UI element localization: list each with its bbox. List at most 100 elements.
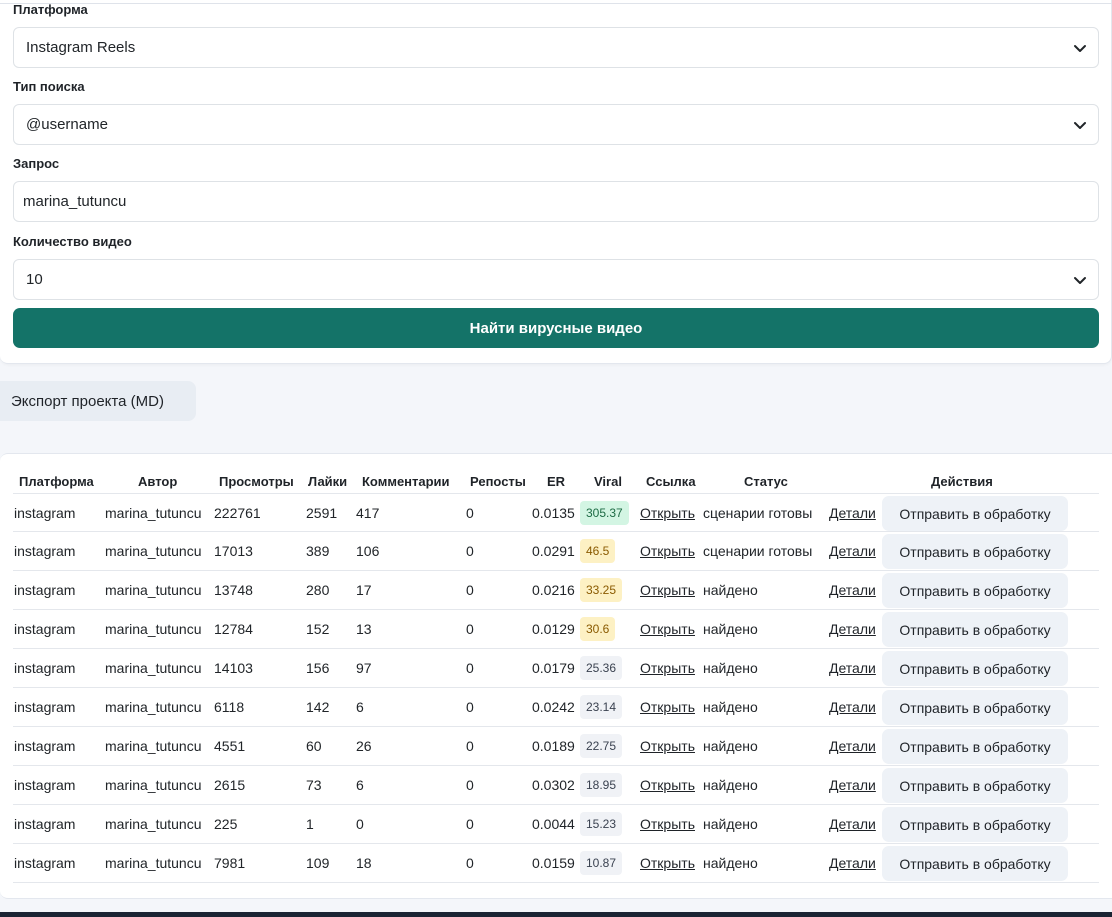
header-views: Просмотры [219, 474, 294, 489]
viral-score-badge: 22.75 [580, 734, 623, 758]
details-link[interactable]: Детали [829, 494, 876, 532]
cell-likes: 60 [306, 738, 322, 754]
send-to-processing-button[interactable]: Отправить в обработку [882, 768, 1068, 803]
cell-platform: instagram [14, 816, 76, 832]
send-to-processing-button[interactable]: Отправить в обработку [882, 846, 1068, 881]
open-link[interactable]: Открыть [640, 571, 695, 609]
cell-reposts: 0 [466, 582, 474, 598]
find-viral-videos-button[interactable]: Найти вирусные видео [13, 308, 1099, 348]
table-row: instagram marina_tutuncu 2615 73 6 0 0.0302 18.… [13, 766, 1099, 805]
query-input[interactable]: marina_tutuncu [13, 181, 1099, 222]
header-actions: Действия [931, 474, 993, 489]
details-link[interactable]: Детали [829, 766, 876, 804]
header-likes: Лайки [308, 474, 348, 489]
open-link[interactable]: Открыть [640, 727, 695, 765]
cell-likes: 280 [306, 582, 330, 598]
cell-comments: 6 [356, 699, 364, 715]
cell-platform: instagram [14, 543, 76, 559]
viral-score-badge: 23.14 [580, 695, 623, 719]
open-link[interactable]: Открыть [640, 805, 695, 843]
cell-er: 0.0302 [532, 777, 575, 793]
cell-platform: instagram [14, 660, 76, 676]
platform-select-value: Instagram Reels [26, 39, 136, 56]
cell-views: 222761 [214, 505, 261, 521]
cell-reposts: 0 [466, 855, 474, 871]
open-link[interactable]: Открыть [640, 494, 695, 532]
viral-score-badge: 46.5 [580, 539, 616, 563]
cell-platform: instagram [14, 738, 76, 754]
viral-score-badge: 30.6 [580, 617, 616, 641]
status-text: найдено [703, 738, 758, 754]
cell-views: 225 [214, 816, 238, 832]
send-to-processing-button[interactable]: Отправить в обработку [882, 651, 1068, 686]
search-type-select[interactable]: @username [13, 104, 1099, 145]
cell-views: 4551 [214, 738, 246, 754]
cell-views: 12784 [214, 621, 253, 637]
open-link[interactable]: Открыть [640, 649, 695, 687]
cell-comments: 106 [356, 543, 380, 559]
cell-views: 2615 [214, 777, 246, 793]
count-select[interactable]: 10 [13, 259, 1099, 300]
status-text: найдено [703, 699, 758, 715]
open-link[interactable]: Открыть [640, 610, 695, 648]
table-row: instagram marina_tutuncu 7981 109 18 0 0.0159 1… [13, 844, 1099, 883]
cell-platform: instagram [14, 855, 76, 871]
send-to-processing-button[interactable]: Отправить в обработку [882, 496, 1068, 531]
details-link[interactable]: Детали [829, 844, 876, 882]
cell-er: 0.0216 [532, 582, 575, 598]
open-link[interactable]: Открыть [640, 844, 695, 882]
table-row: instagram marina_tutuncu 222761 2591 417 0 0.0… [13, 493, 1099, 532]
status-text: сценарии готовы [703, 543, 813, 559]
header-comments: Комментарии [362, 474, 450, 489]
send-to-processing-button[interactable]: Отправить в обработку [882, 573, 1068, 608]
cell-platform: instagram [14, 777, 76, 793]
status-text: найдено [703, 621, 758, 637]
cell-views: 6118 [214, 699, 245, 715]
chevron-down-icon [1068, 36, 1092, 60]
table-row: instagram marina_tutuncu 6118 142 6 0 0.0242 23… [13, 688, 1099, 727]
send-to-processing-button[interactable]: Отправить в обработку [882, 534, 1068, 569]
cell-comments: 18 [356, 855, 372, 871]
table-row: instagram marina_tutuncu 13748 280 17 0 0.0216… [13, 571, 1099, 610]
cell-author: marina_tutuncu [105, 777, 202, 793]
send-to-processing-button[interactable]: Отправить в обработку [882, 729, 1068, 764]
header-status: Статус [744, 474, 788, 489]
search-type-select-value: @username [26, 116, 108, 133]
cell-comments: 26 [356, 738, 372, 754]
platform-select[interactable]: Instagram Reels [13, 27, 1099, 68]
details-link[interactable]: Детали [829, 571, 876, 609]
query-input-value: marina_tutuncu [23, 193, 127, 210]
cell-reposts: 0 [466, 543, 474, 559]
header-platform: Платформа [19, 474, 94, 489]
export-project-button[interactable]: Экспорт проекта (MD) [0, 381, 196, 421]
cell-reposts: 0 [466, 816, 474, 832]
cell-comments: 417 [356, 505, 380, 521]
send-to-processing-button[interactable]: Отправить в обработку [882, 690, 1068, 725]
details-link[interactable]: Детали [829, 805, 876, 843]
cell-er: 0.0189 [532, 738, 575, 754]
details-link[interactable]: Детали [829, 610, 876, 648]
details-link[interactable]: Детали [829, 649, 876, 687]
cell-er: 0.0044 [532, 816, 575, 832]
cell-comments: 0 [356, 816, 364, 832]
details-link[interactable]: Детали [829, 727, 876, 765]
open-link[interactable]: Открыть [640, 532, 695, 570]
details-link[interactable]: Детали [829, 532, 876, 570]
open-link[interactable]: Открыть [640, 688, 695, 726]
bottom-bar [0, 912, 1112, 917]
open-link[interactable]: Открыть [640, 766, 695, 804]
cell-comments: 17 [356, 582, 372, 598]
table-row: instagram marina_tutuncu 14103 156 97 0 0.0179… [13, 649, 1099, 688]
send-to-processing-button[interactable]: Отправить в обработку [882, 807, 1068, 842]
cell-author: marina_tutuncu [105, 816, 202, 832]
table-row: instagram marina_tutuncu 225 1 0 0 0.0044 15.23… [13, 805, 1099, 844]
status-text: найдено [703, 777, 758, 793]
viral-score-badge: 10.87 [580, 851, 623, 875]
cell-views: 13748 [214, 582, 253, 598]
top-divider [0, 3, 1112, 4]
details-link[interactable]: Детали [829, 688, 876, 726]
cell-author: marina_tutuncu [105, 621, 202, 637]
cell-reposts: 0 [466, 777, 474, 793]
count-select-value: 10 [26, 271, 43, 288]
send-to-processing-button[interactable]: Отправить в обработку [882, 612, 1068, 647]
